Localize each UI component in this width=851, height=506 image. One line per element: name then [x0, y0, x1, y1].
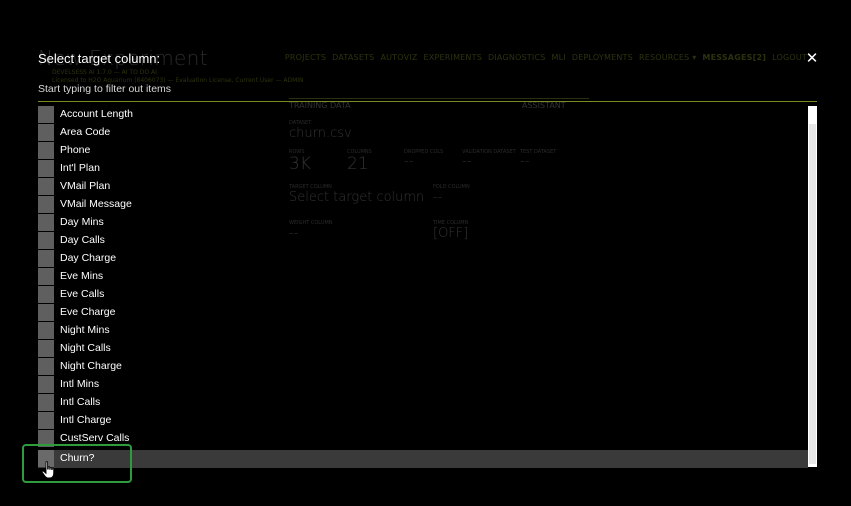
- column-option[interactable]: Int'l Plan: [38, 160, 808, 178]
- checkbox[interactable]: [38, 160, 54, 177]
- scrollbar[interactable]: [808, 106, 817, 467]
- column-label: Day Mins: [60, 216, 104, 228]
- column-label: Intl Charge: [60, 414, 112, 426]
- checkbox[interactable]: [38, 142, 54, 159]
- checkbox[interactable]: [38, 268, 54, 285]
- column-option[interactable]: Eve Mins: [38, 268, 808, 286]
- checkbox[interactable]: [38, 430, 54, 447]
- nav-deployments: DEPLOYMENTS: [571, 53, 633, 62]
- checkbox[interactable]: [38, 250, 54, 267]
- column-option[interactable]: Account Length: [38, 106, 808, 124]
- column-label: Eve Calls: [60, 288, 105, 300]
- column-label: Night Charge: [60, 360, 122, 372]
- checkbox[interactable]: [38, 322, 54, 339]
- nav-mli: MLI: [551, 53, 566, 62]
- column-option[interactable]: Day Calls: [38, 232, 808, 250]
- column-label: Phone: [60, 144, 91, 156]
- background-divider: [289, 98, 589, 99]
- checkbox[interactable]: [38, 394, 54, 411]
- column-label: Night Mins: [60, 324, 110, 336]
- column-option[interactable]: Intl Charge: [38, 412, 808, 430]
- checkbox[interactable]: [38, 124, 54, 141]
- checkbox[interactable]: [38, 196, 54, 213]
- column-label: Day Calls: [60, 234, 105, 246]
- column-label: Churn?: [60, 452, 95, 464]
- column-option[interactable]: Night Calls: [38, 340, 808, 358]
- checkbox[interactable]: [38, 214, 54, 231]
- dialog-divider: [38, 101, 817, 102]
- column-option-selected[interactable]: Churn?: [38, 450, 808, 468]
- column-label: Eve Charge: [60, 306, 116, 318]
- checkbox[interactable]: [38, 376, 54, 393]
- nav-autoviz: AUTOVIZ: [380, 53, 418, 62]
- column-label: VMail Plan: [60, 180, 111, 192]
- nav-experiments: EXPERIMENTS: [423, 53, 482, 62]
- column-label: CustServ Calls: [60, 432, 130, 444]
- checkbox[interactable]: [38, 178, 54, 195]
- top-nav: PROJECTS DATASETS AUTOVIZ EXPERIMENTS DI…: [285, 53, 807, 62]
- filter-hint: Start typing to filter out items: [38, 83, 172, 95]
- column-label: Eve Mins: [60, 270, 104, 282]
- column-label: Intl Mins: [60, 378, 100, 390]
- nav-projects: PROJECTS: [284, 53, 327, 62]
- nav-messages: MESSAGES[2]: [702, 53, 767, 62]
- column-option[interactable]: Night Charge: [38, 358, 808, 376]
- column-option[interactable]: VMail Message: [38, 196, 808, 214]
- column-label: Area Code: [60, 126, 111, 138]
- checkbox[interactable]: [38, 232, 54, 249]
- column-option[interactable]: Night Mins: [38, 322, 808, 340]
- checkbox[interactable]: [38, 412, 54, 429]
- version-text: DEVELSESS AI 1.7.0 — AI TO DO AI: [52, 69, 157, 76]
- scrollbar-thumb[interactable]: [809, 124, 816, 464]
- checkbox[interactable]: [38, 340, 54, 357]
- dialog-title: Select target column:: [38, 51, 161, 66]
- nav-datasets: DATASETS: [332, 53, 375, 62]
- column-option[interactable]: Phone: [38, 142, 808, 160]
- nav-logout: LOGOUT: [772, 53, 807, 62]
- column-label: Day Charge: [60, 252, 117, 264]
- column-option[interactable]: Intl Calls: [38, 394, 808, 412]
- checkbox[interactable]: [38, 304, 54, 321]
- checkbox[interactable]: [38, 358, 54, 375]
- column-option[interactable]: Intl Mins: [38, 376, 808, 394]
- column-label: Intl Calls: [60, 396, 101, 408]
- column-option[interactable]: Area Code: [38, 124, 808, 142]
- checkbox[interactable]: [38, 286, 54, 303]
- checkbox[interactable]: [38, 106, 54, 123]
- hand-cursor-icon: [41, 461, 55, 479]
- column-option[interactable]: Eve Calls: [38, 286, 808, 304]
- nav-diagnostics: DIAGNOSTICS: [488, 53, 546, 62]
- column-label: Account Length: [60, 108, 133, 120]
- column-option[interactable]: Day Charge: [38, 250, 808, 268]
- column-option[interactable]: Day Mins: [38, 214, 808, 232]
- close-icon[interactable]: ✕: [804, 51, 820, 67]
- nav-resources: RESOURCES ▾: [638, 53, 697, 62]
- column-label: Night Calls: [60, 342, 111, 354]
- column-label: Int'l Plan: [60, 162, 100, 174]
- column-label: VMail Message: [60, 198, 132, 210]
- column-option[interactable]: Eve Charge: [38, 304, 808, 322]
- column-option[interactable]: VMail Plan: [38, 178, 808, 196]
- column-option[interactable]: CustServ Calls: [38, 430, 808, 448]
